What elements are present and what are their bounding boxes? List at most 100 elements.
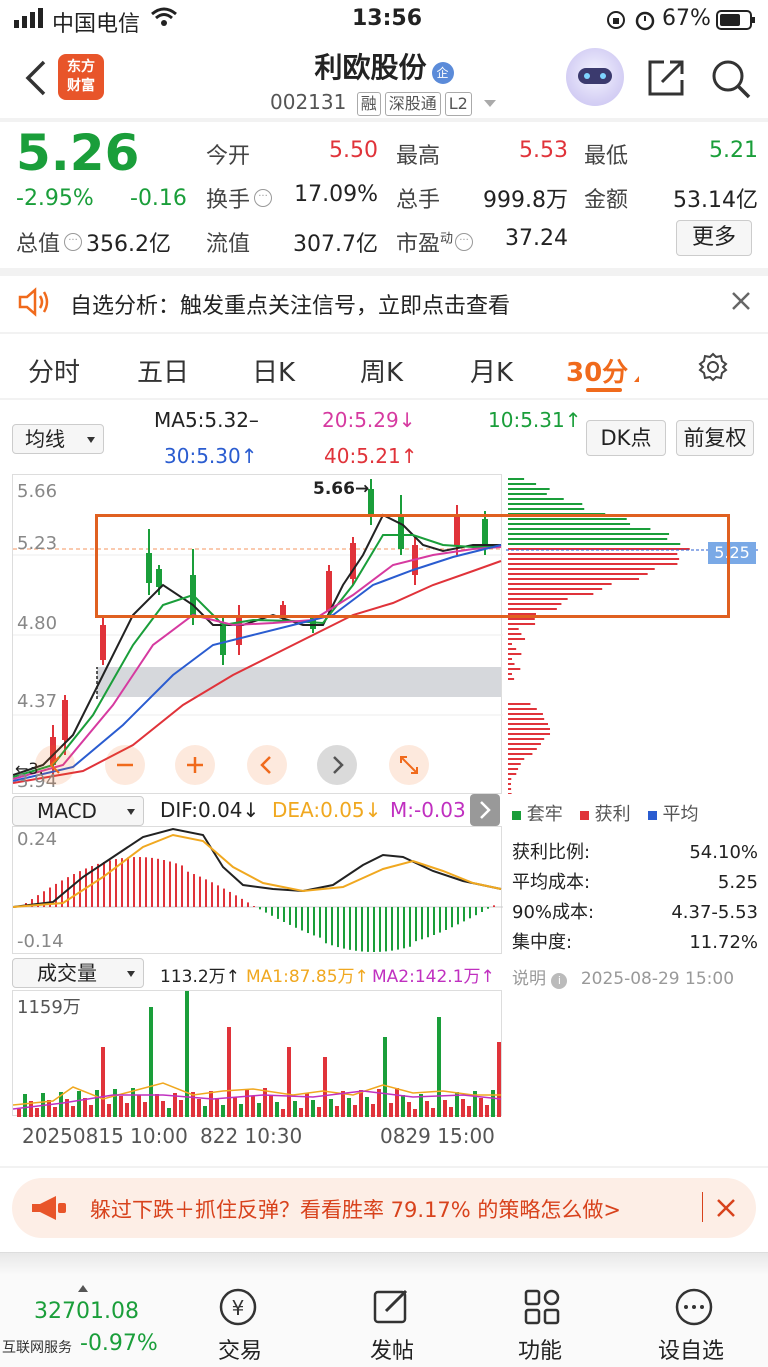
float-value: 307.7亿	[293, 232, 378, 257]
nav-trade[interactable]: 交易	[218, 1333, 262, 1365]
add-watch-icon[interactable]	[674, 1287, 714, 1331]
volume-bar	[71, 1106, 75, 1117]
volume-bar	[329, 1099, 333, 1117]
macd-bar	[421, 907, 423, 940]
macd-bar	[67, 877, 69, 907]
total-value: 356.2亿	[86, 232, 171, 257]
volume-bar	[113, 1089, 117, 1117]
volume-bar	[287, 1047, 291, 1117]
nav-function[interactable]: 功能	[518, 1333, 562, 1365]
macd-bar	[103, 861, 105, 907]
info-icon[interactable]: ···	[64, 232, 83, 251]
x-label-start: 20250815 10:00	[22, 1124, 188, 1148]
trade-icon[interactable]: ¥	[216, 1287, 260, 1331]
close-icon[interactable]	[716, 1198, 736, 1222]
zoom-out-button[interactable]	[105, 745, 145, 785]
chip-bar	[508, 668, 521, 670]
collapse-button[interactable]	[35, 745, 75, 785]
macd-bar	[223, 888, 225, 907]
share-icon[interactable]	[646, 58, 686, 102]
macd-bar	[463, 907, 465, 922]
promo-banner[interactable]: 躲过下跌＋抓住反弹？看看胜率 79.17% 的策略怎么做>	[12, 1178, 756, 1238]
volume-bar	[155, 1094, 159, 1117]
nav-add-watch[interactable]: 设自选	[658, 1333, 724, 1365]
tag-margin: 融	[356, 92, 381, 116]
macd-bar	[241, 898, 243, 907]
speaker-icon	[16, 286, 50, 322]
chip-note[interactable]: 说明 i 2025-08-29 15:00	[512, 964, 734, 989]
chip-bar	[508, 483, 537, 485]
macd-bar	[307, 907, 309, 934]
info-icon[interactable]: ···	[254, 188, 273, 207]
index-value[interactable]: 32701.08	[34, 1299, 139, 1324]
tab-dropdown-icon[interactable]	[634, 376, 639, 382]
tab-monthly-k[interactable]: 月K	[470, 352, 513, 389]
scroll-right-button[interactable]	[317, 745, 357, 785]
volume-bar	[47, 1100, 51, 1117]
volume-bar	[131, 1088, 135, 1117]
fullscreen-button[interactable]	[389, 745, 429, 785]
volume-bar	[257, 1103, 261, 1117]
total-value-row: 总值 ··· 356.2亿	[16, 226, 171, 258]
volume-bar	[89, 1105, 93, 1117]
more-button[interactable]: 更多	[676, 220, 752, 256]
volume-bar	[167, 1108, 171, 1117]
info-icon[interactable]: ···	[455, 232, 474, 251]
chip-bar	[508, 733, 551, 735]
y-label-4.80: 4.80	[17, 613, 58, 634]
macd-bar	[235, 895, 237, 907]
macd-selector[interactable]: MACD	[12, 796, 144, 826]
zoom-in-button[interactable]	[175, 745, 215, 785]
chip-bar	[508, 498, 564, 500]
function-icon[interactable]	[524, 1289, 560, 1329]
chip-bar	[508, 788, 512, 790]
chevron-down-icon[interactable]	[484, 100, 497, 107]
macd-chart[interactable]: 0.24 -0.14	[12, 826, 503, 954]
enterprise-badge: 企	[431, 61, 454, 84]
close-icon[interactable]	[730, 290, 752, 316]
tab-weekly-k[interactable]: 周K	[360, 352, 403, 389]
macd-bar	[73, 874, 75, 907]
tab-30min[interactable]: 30分	[566, 352, 628, 389]
volume-bar	[281, 1109, 285, 1117]
low-label: 最低	[584, 144, 629, 169]
macd-bar	[373, 907, 375, 952]
index-label: 互联网服务	[2, 1340, 72, 1356]
volume-bar	[179, 1100, 183, 1117]
macd-bar	[451, 907, 453, 928]
volume-selector[interactable]: 成交量	[12, 958, 144, 988]
volume-bar	[395, 1088, 399, 1117]
adjust-button[interactable]: 前复权	[676, 420, 754, 456]
search-icon[interactable]	[710, 58, 752, 104]
chip-bar	[508, 748, 537, 750]
volume-bar	[407, 1102, 411, 1117]
expand-chevron-icon[interactable]	[470, 794, 500, 826]
volume-bar	[101, 1047, 105, 1117]
chip-bar	[508, 618, 535, 620]
scroll-left-button[interactable]	[247, 745, 287, 785]
ma40-value: 40:5.21↑	[324, 444, 418, 468]
stat-avg-cost: 平均成本: 5.25	[512, 868, 758, 898]
battery-icon	[716, 10, 756, 36]
assistant-avatar[interactable]	[566, 48, 624, 106]
volume-bar	[341, 1091, 345, 1117]
volume-chart[interactable]: 1159万	[12, 990, 502, 1117]
change-percent: -2.95%	[16, 186, 94, 211]
nav-post[interactable]: 发帖	[370, 1333, 414, 1365]
macd-bar	[457, 907, 459, 925]
tab-five-day[interactable]: 五日	[137, 352, 189, 389]
gear-icon[interactable]	[698, 352, 728, 389]
dk-point-button[interactable]: DK点	[586, 420, 666, 456]
pe-sup: 动	[440, 231, 454, 247]
volume-bar	[401, 1095, 405, 1117]
macd-bar	[187, 871, 189, 907]
active-tab-indicator	[586, 388, 622, 392]
tab-intraday[interactable]: 分时	[28, 352, 80, 389]
post-icon[interactable]	[372, 1287, 412, 1331]
alert-text[interactable]: 自选分析：触发重点关注信号，立即点击查看	[70, 288, 510, 320]
tab-daily-k[interactable]: 日K	[252, 352, 295, 389]
ma-selector[interactable]: 均线	[12, 424, 104, 454]
legend-profit: 获利	[594, 804, 631, 825]
promo-text[interactable]: 躲过下跌＋抓住反弹？看看胜率 79.17% 的策略怎么做>	[90, 1194, 621, 1224]
macd-dif: DIF:0.04↓	[160, 798, 260, 822]
